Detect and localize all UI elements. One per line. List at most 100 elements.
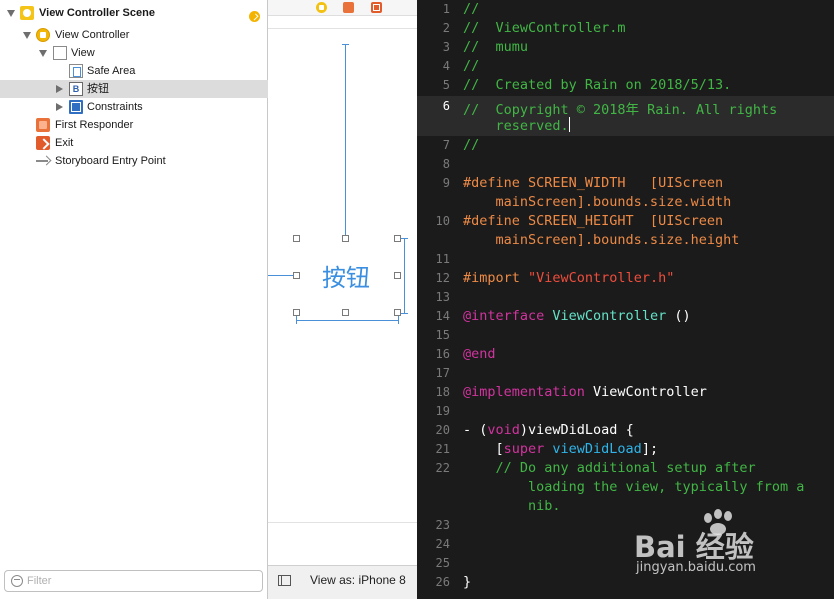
line-number: 22 — [435, 461, 450, 475]
code-line[interactable]: - (void)viewDidLoad { — [463, 422, 634, 438]
code-token: ViewController — [584, 384, 707, 400]
safe-area-icon — [69, 64, 83, 78]
filter-field[interactable] — [4, 570, 263, 592]
outline-row-view[interactable]: View — [0, 44, 268, 62]
storyboard-canvas[interactable]: 按钮 — [268, 0, 417, 599]
disclosure-triangle-icon[interactable] — [23, 32, 31, 39]
disclosure-triangle-icon[interactable] — [7, 10, 15, 17]
code-token: ViewController — [544, 308, 667, 324]
outline-row-safe-area[interactable]: Safe Area — [0, 62, 268, 80]
code-token: () — [666, 308, 691, 324]
view-controller-icon[interactable] — [316, 2, 327, 13]
sidebar-toggle-icon[interactable] — [278, 575, 291, 586]
resize-handle[interactable] — [342, 235, 349, 242]
resize-handle[interactable] — [293, 235, 300, 242]
outline-row-view-controller[interactable]: View Controller — [0, 26, 268, 44]
code-line-continuation[interactable]: reserved. — [463, 117, 570, 134]
line-number: 25 — [435, 556, 450, 570]
code-token: )viewDidLoad { — [519, 422, 634, 438]
baidu-jingyan-watermark: Bai 经验 jingyan.baidu.com — [628, 506, 826, 580]
outline-row-constraints[interactable]: Constraints — [0, 98, 268, 116]
code-token: void — [487, 422, 520, 438]
constraints-icon — [69, 100, 83, 114]
first-responder-icon[interactable] — [343, 2, 354, 13]
code-line[interactable]: // Copyright © 2018年 Rain. All rights — [463, 98, 777, 118]
resize-handle[interactable] — [293, 309, 300, 316]
constraint-cap — [400, 238, 408, 239]
constraint-cap — [296, 316, 297, 324]
code-line[interactable]: [super viewDidLoad]; — [463, 441, 659, 457]
resize-handle[interactable] — [342, 309, 349, 316]
line-number: 24 — [435, 537, 450, 551]
line-number: 19 — [435, 404, 450, 418]
code-line[interactable]: // ViewController.m — [463, 20, 626, 36]
watermark-text: Bai 经验 — [634, 530, 754, 564]
line-number: 7 — [442, 138, 450, 152]
code-token: - ( — [463, 422, 488, 438]
code-line[interactable]: #import "ViewController.h" — [463, 270, 674, 286]
canvas-button[interactable]: 按钮 — [299, 258, 393, 293]
code-line[interactable]: // — [463, 137, 479, 153]
disclosure-triangle-icon[interactable] — [56, 103, 63, 111]
height-constraint-line[interactable] — [404, 238, 405, 314]
disclosure-triangle-icon[interactable] — [56, 85, 63, 93]
line-number: 4 — [442, 59, 450, 73]
outline-row-first-responder[interactable]: First Responder — [0, 116, 268, 134]
leading-constraint-line[interactable] — [268, 275, 296, 276]
code-token: @interface — [463, 308, 545, 324]
outline-item-label: View — [71, 47, 95, 59]
width-constraint-line[interactable] — [296, 320, 398, 321]
code-token: super — [503, 441, 545, 457]
code-line-continuation[interactable]: loading the view, typically from a — [463, 479, 804, 495]
constraint-cap — [342, 44, 349, 45]
outline-row-exit[interactable]: Exit — [0, 134, 268, 152]
view-as-device-label[interactable]: View as: iPhone 8 — [310, 573, 406, 587]
first-responder-icon — [36, 118, 50, 132]
outline-row-scene[interactable]: View Controller Scene — [0, 4, 268, 22]
constraint-cap — [398, 316, 399, 324]
resize-handle[interactable] — [394, 235, 401, 242]
divider — [268, 522, 417, 523]
code-line[interactable]: // Do any additional setup after — [463, 460, 756, 476]
code-line[interactable]: // Created by Rain on 2018/5/13. — [463, 77, 731, 93]
line-number: 21 — [435, 442, 450, 456]
outline-row-button[interactable]: B 按钮 — [0, 80, 268, 98]
outline-item-label: Constraints — [87, 101, 143, 113]
button-icon: B — [69, 82, 83, 96]
code-token: @implementation — [463, 384, 585, 400]
code-line[interactable]: @implementation ViewController — [463, 384, 707, 400]
code-line[interactable]: // mumu — [463, 39, 528, 55]
code-line-continuation[interactable]: mainScreen].bounds.size.width — [463, 194, 732, 210]
filter-input[interactable] — [27, 573, 255, 589]
resize-handle[interactable] — [394, 272, 401, 279]
outline-item-label: View Controller Scene — [39, 7, 155, 19]
entry-arrow-icon — [36, 160, 48, 162]
exit-icon[interactable] — [371, 2, 382, 13]
code-line[interactable]: } — [463, 574, 471, 590]
warning-badge-icon[interactable] — [249, 11, 260, 22]
top-constraint-line[interactable] — [345, 44, 346, 238]
line-number: 18 — [435, 385, 450, 399]
resize-handle[interactable] — [394, 309, 401, 316]
code-editor[interactable]: 1 2 3 4 5 6 7 8 9 10 11 12 13 14 15 16 1… — [417, 0, 834, 599]
exit-icon — [36, 136, 50, 150]
outline-item-label: First Responder — [55, 119, 134, 131]
outline-item-label: View Controller — [55, 29, 130, 41]
line-number: 16 — [435, 347, 450, 361]
code-line-continuation[interactable]: nib. — [463, 498, 561, 514]
code-line[interactable]: // — [463, 58, 479, 74]
code-line[interactable]: #define SCREEN_WIDTH [UIScreen — [463, 175, 723, 191]
scene-icon — [20, 6, 34, 20]
code-line[interactable]: @interface ViewController () — [463, 308, 691, 324]
code-line[interactable]: #define SCREEN_HEIGHT [UIScreen — [463, 213, 723, 229]
outline-row-entry-point[interactable]: Storyboard Entry Point — [0, 152, 268, 170]
code-token: viewDidLoad — [544, 441, 642, 457]
text-caret — [568, 117, 570, 132]
code-line[interactable]: @end — [463, 346, 496, 362]
code-line[interactable]: // — [463, 1, 479, 17]
disclosure-triangle-icon[interactable] — [39, 50, 47, 57]
line-number: 2 — [442, 21, 450, 35]
code-line-continuation[interactable]: mainScreen].bounds.size.height — [463, 232, 740, 248]
canvas-bottom-bar: View as: iPhone 8 — [268, 565, 417, 599]
paw-logo-icon — [704, 509, 732, 535]
